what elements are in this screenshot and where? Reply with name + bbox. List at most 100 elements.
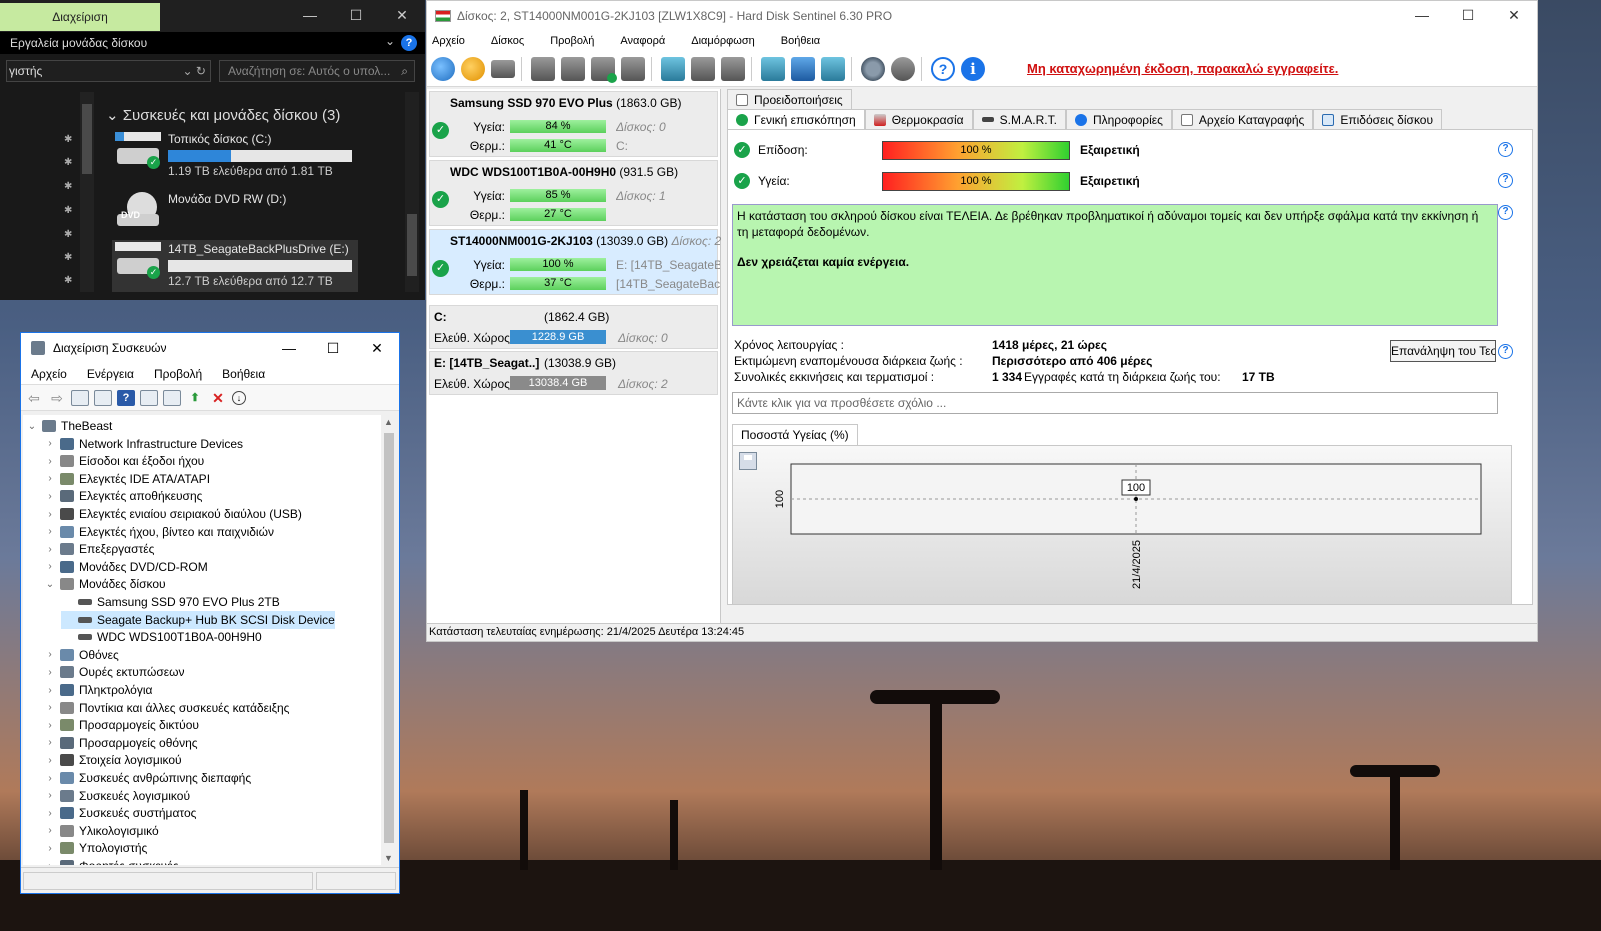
menu-file[interactable]: Αρχείο [31, 367, 67, 381]
chevron-right-icon[interactable]: › [43, 790, 57, 801]
properties-icon[interactable] [94, 389, 112, 406]
forward-arrow-icon[interactable]: ⇨ [48, 390, 66, 406]
action-pane-icon[interactable] [140, 389, 158, 406]
chevron-right-icon[interactable]: › [43, 526, 57, 537]
scroll-up-icon[interactable]: ▲ [384, 417, 393, 427]
maximize-icon[interactable]: ☐ [1445, 1, 1491, 31]
minimize-icon[interactable]: — [267, 333, 311, 363]
chevron-right-icon[interactable]: › [43, 649, 57, 660]
device-tree-node[interactable]: › Επεξεργαστές [43, 540, 154, 558]
chevron-right-icon[interactable]: › [43, 702, 57, 713]
chevron-right-icon[interactable]: › [43, 544, 57, 555]
disk-item-0[interactable]: Samsung SSD 970 EVO Plus (1863.0 GB) ✓ Υ… [429, 91, 718, 157]
close-icon[interactable]: ✕ [1491, 1, 1537, 31]
chevron-down-icon[interactable]: ⌄ [43, 579, 57, 590]
device-tree-node[interactable]: Samsung SSD 970 EVO Plus 2TB [61, 593, 280, 611]
chevron-right-icon[interactable]: › [43, 843, 57, 854]
device-tree-node[interactable]: › Ελεγκτές αποθήκευσης [43, 487, 202, 505]
device-tree-node[interactable]: › Πληκτρολόγια [43, 681, 152, 699]
chevron-right-icon[interactable]: › [43, 491, 57, 502]
disk-tools-icon[interactable] [621, 57, 645, 81]
info-icon[interactable]: i [961, 57, 985, 81]
device-tree-node[interactable]: › Συσκευές ανθρώπινης διεπαφής [43, 769, 251, 787]
ribbon-tab-manage[interactable]: Διαχείριση [0, 3, 160, 31]
scrollbar-thumb[interactable] [384, 433, 394, 843]
device-tree-node[interactable]: › Ελεγκτές ενιαίου σειριακού διαύλου (USB… [43, 505, 302, 523]
report-icon[interactable] [761, 57, 785, 81]
chevron-right-icon[interactable]: › [43, 737, 57, 748]
comment-input[interactable]: Κάντε κλικ για να προσθέσετε σχόλιο ... [732, 392, 1498, 414]
repeat-test-button[interactable]: Επανάληψη του Τεσ [1390, 340, 1496, 362]
disk-item-2[interactable]: ST14000NM001G-2KJ103 (13039.0 GB) Δίσκος… [429, 229, 721, 295]
disk-list-icon[interactable] [491, 60, 515, 78]
surface-test-icon[interactable] [561, 57, 585, 81]
help-icon[interactable]: ? [1498, 344, 1513, 359]
chevron-down-icon[interactable]: ⌄ [25, 421, 39, 432]
minimize-icon[interactable]: — [287, 0, 333, 32]
help-icon[interactable]: ? [401, 35, 417, 51]
tab-smart[interactable]: S.M.A.R.T. [972, 109, 1066, 129]
chart-tab-health[interactable]: Ποσοστά Υγείας (%) [732, 424, 858, 446]
device-tree-node[interactable]: › Network Infrastructure Devices [43, 435, 243, 453]
volume-item-e[interactable]: E: [14TB_Seagat..] (13038.9 GB) Ελεύθ. Χ… [429, 351, 718, 395]
chevron-right-icon[interactable]: › [43, 773, 57, 784]
disk-ok-icon[interactable] [591, 57, 617, 83]
disk-test-icon[interactable] [531, 57, 555, 81]
device-tree-node[interactable]: › Στοιχεία λογισμικού [43, 751, 181, 769]
chevron-right-icon[interactable]: › [43, 720, 57, 731]
device-tree-node[interactable]: › Οθόνες [43, 646, 119, 664]
menu-configuration[interactable]: Διαμόρφωση [691, 35, 755, 47]
update-driver-icon[interactable]: ⬆ [186, 390, 204, 406]
address-bar[interactable]: γιστής ⌄ ↻ [6, 60, 211, 82]
chevron-right-icon[interactable]: › [43, 561, 57, 572]
device-tree-node[interactable]: › Είσοδοι και έξοδοι ήχου [43, 452, 204, 470]
tab-information[interactable]: Πληροφορίες [1065, 109, 1172, 129]
menu-action[interactable]: Ενέργεια [87, 367, 134, 381]
maximize-icon[interactable]: ☐ [333, 0, 379, 32]
device-tree-node[interactable]: › Ελεγκτές ήχου, βίντεο και παιχνιδιών [43, 523, 274, 541]
settings-gear-icon[interactable] [861, 57, 885, 81]
menu-view[interactable]: Προβολή [550, 35, 594, 47]
device-tree-node[interactable]: › Μονάδες DVD/CD-ROM [43, 558, 207, 576]
tab-overview[interactable]: Γενική επισκόπηση [727, 109, 865, 129]
close-icon[interactable]: ✕ [379, 0, 425, 32]
menu-help[interactable]: Βοήθεια [222, 367, 265, 381]
chevron-right-icon[interactable]: › [43, 755, 57, 766]
nav-pane-scrollbar[interactable] [80, 92, 94, 292]
chevron-right-icon[interactable]: › [43, 667, 57, 678]
chevron-right-icon[interactable]: › [43, 808, 57, 819]
disk-item-1[interactable]: WDC WDS100T1B0A-00H9H0 (931.5 GB) ✓ Υγεί… [429, 160, 718, 226]
chevron-right-icon[interactable]: › [43, 473, 57, 484]
menu-disk[interactable]: Δίσκος [491, 35, 524, 47]
maximize-icon[interactable]: ☐ [311, 333, 355, 363]
content-scrollbar[interactable] [405, 92, 419, 292]
help-icon[interactable]: ? [1498, 173, 1513, 188]
chevron-right-icon[interactable]: › [43, 685, 57, 696]
download-icon[interactable]: ↓ [232, 390, 246, 405]
scroll-down-icon[interactable]: ▼ [384, 853, 393, 863]
refresh-all-icon[interactable] [461, 57, 485, 81]
show-hide-console-tree-icon[interactable] [71, 389, 89, 406]
unregistered-notice-link[interactable]: Μη καταχωρημένη έκδοση, παρακαλώ εγγραφε… [1027, 61, 1338, 76]
refresh-icon[interactable] [431, 57, 455, 81]
sound-icon[interactable] [891, 57, 915, 81]
menu-view[interactable]: Προβολή [154, 367, 202, 381]
tab-warnings[interactable]: Προειδοποιήσεις [727, 89, 852, 109]
chevron-right-icon[interactable]: › [43, 438, 57, 449]
search-input[interactable]: Αναζήτηση σε: Αυτός ο υπολ... ⌕ [219, 60, 415, 82]
chevron-right-icon[interactable]: › [43, 509, 57, 520]
chevron-right-icon[interactable]: › [43, 825, 57, 836]
help-icon[interactable]: ? [1498, 205, 1513, 220]
device-tree-node[interactable]: › Υλικολογισμικό [43, 822, 158, 840]
device-tree-node[interactable]: Seagate Backup+ Hub BK SCSI Disk Device [61, 610, 335, 629]
help-icon[interactable]: ? [117, 389, 135, 406]
device-tree-node[interactable]: › Ουρές εκτυπώσεων [43, 663, 184, 681]
menu-report[interactable]: Αναφορά [620, 35, 665, 47]
device-tree-node[interactable]: ⌄ Μονάδες δίσκου [43, 575, 166, 593]
chevron-right-icon[interactable]: › [43, 861, 57, 866]
device-tree-node[interactable]: › Προσαρμογείς δικτύου [43, 716, 199, 734]
device-tree-node[interactable]: ⌄ TheBeast [25, 417, 113, 435]
minimize-icon[interactable]: — [1399, 1, 1445, 31]
help-icon[interactable]: ? [931, 57, 955, 81]
close-icon[interactable]: ✕ [355, 333, 399, 363]
